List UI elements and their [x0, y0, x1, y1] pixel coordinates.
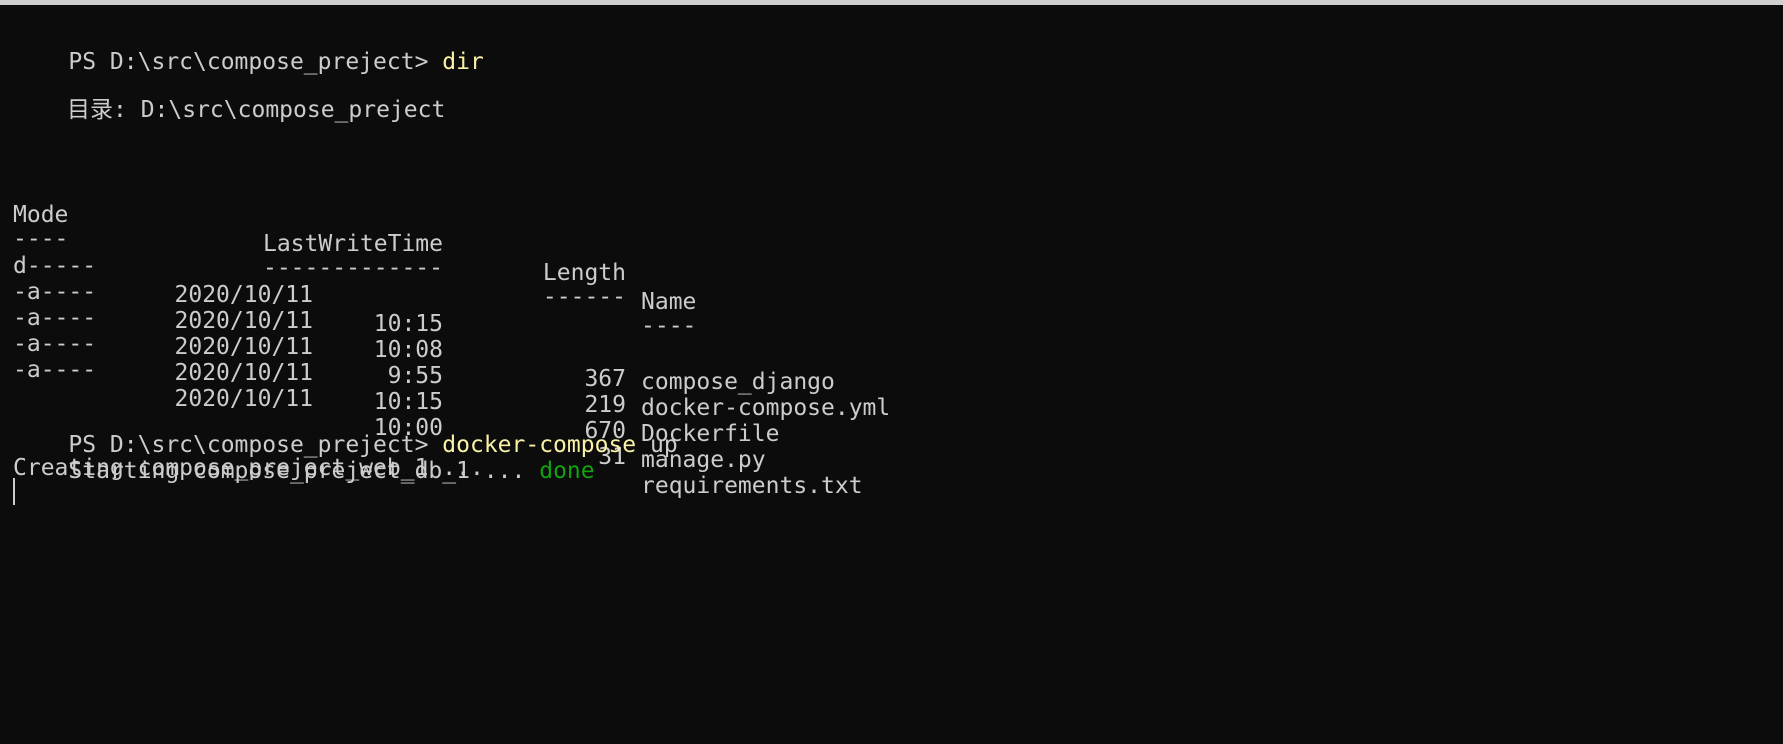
row-time: 9:55: [387, 363, 443, 389]
command-args: up: [650, 432, 678, 458]
text-cursor: [13, 478, 15, 505]
row-name: docker-compose.yml: [641, 395, 891, 421]
table-row: -a---- 2020/10/11 10:08 367 docker-compo…: [13, 249, 1013, 421]
table-row: d----- 2020/10/11 10:15 compose_django: [13, 223, 1013, 395]
row-mode: -a----: [13, 357, 97, 383]
table-row: -a---- 2020/10/11 10:15 670 manage.py: [13, 301, 1013, 473]
command-dir: dir: [442, 49, 484, 75]
row-name: requirements.txt: [641, 473, 863, 499]
row-date: 2020/10/11: [174, 360, 313, 386]
output-starting-line: Starting compose_preject_db_1 ... done: [13, 428, 594, 484]
table-row: -a---- 2020/10/11 9:55 219 Dockerfile: [13, 275, 1013, 447]
output-creating-line: Creating compose_preject_web_1 ...: [13, 455, 484, 481]
prompt-line-compose: PS D:\src\compose_preject> docker-compos…: [13, 402, 677, 458]
status-done: done: [539, 458, 595, 484]
prompt-line-dir: PS D:\src\compose_preject> dir: [13, 19, 483, 75]
row-name: compose_django: [641, 369, 835, 395]
prompt-path: PS D:\src\compose_preject>: [68, 49, 429, 75]
table-row: -a---- 2020/10/11 10:00 31 requirements.…: [13, 327, 1013, 499]
row-length: 367: [584, 366, 626, 392]
directory-label: 目录: D:\src\compose_preject: [67, 97, 446, 123]
terminal-window[interactable]: PS D:\src\compose_preject> dir 目录: D:\sr…: [0, 5, 1783, 744]
table-separator: ---- ------------- ------ ----: [13, 196, 1013, 339]
